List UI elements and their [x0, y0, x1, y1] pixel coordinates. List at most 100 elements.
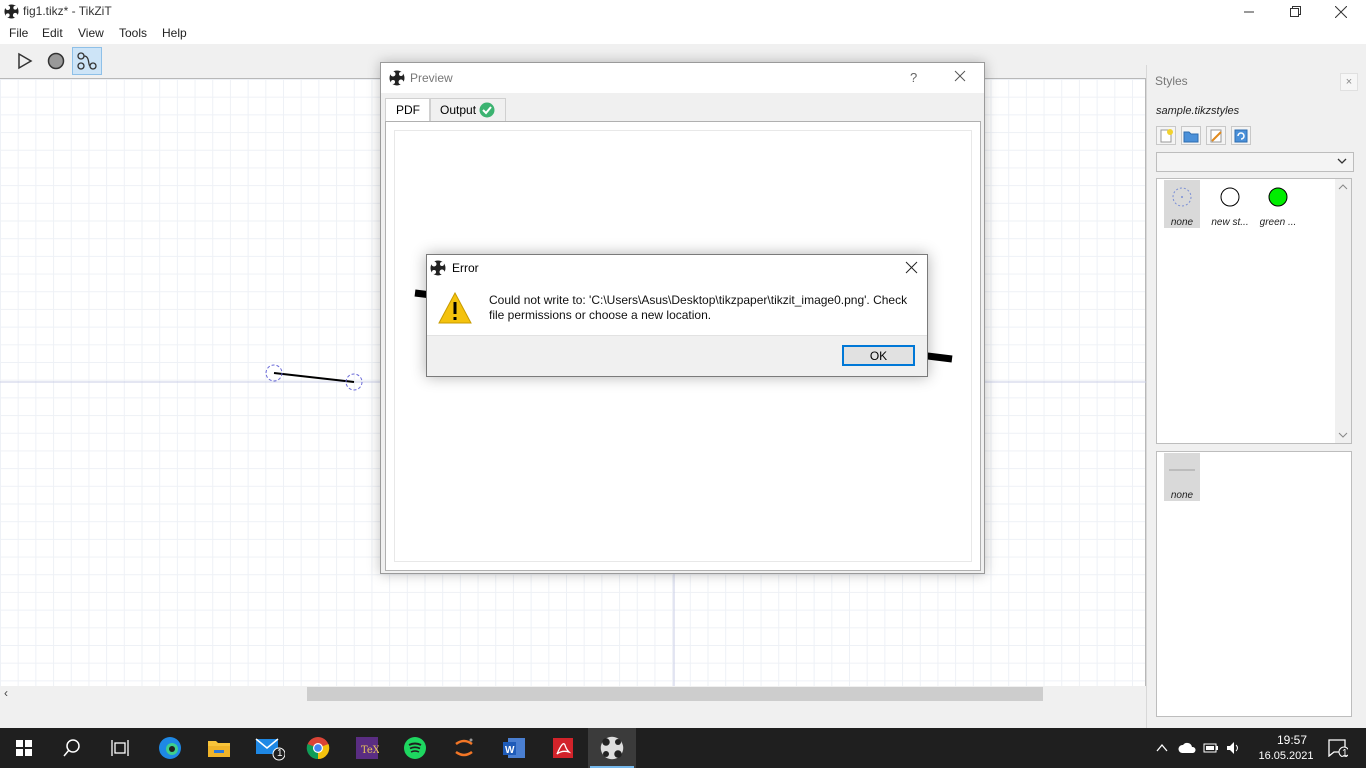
error-dialog-title: Error: [452, 261, 479, 275]
canvas-edge[interactable]: [273, 372, 355, 383]
window-titlebar: fig1.tikz* - TikZiT: [0, 0, 1366, 23]
node-list-scrollbar[interactable]: [1335, 179, 1351, 443]
tab-label: Output: [440, 103, 477, 117]
styles-file-name: sample.tikzstyles: [1156, 105, 1240, 117]
edge-icon: [77, 52, 97, 70]
taskbar-word[interactable]: W: [490, 728, 538, 768]
show-hidden-icons-button[interactable]: [1150, 728, 1174, 768]
scrollbar-thumb[interactable]: [307, 687, 1043, 701]
clock-time[interactable]: 19:57: [1266, 733, 1318, 747]
node-style-none[interactable]: none: [1164, 180, 1200, 228]
node-style-green[interactable]: green ...: [1260, 180, 1296, 228]
close-window-button[interactable]: [1318, 0, 1364, 23]
tikzit-app-icon: [600, 736, 624, 760]
speaker-icon: [1227, 742, 1238, 754]
dashed-node-icon: [1172, 187, 1192, 207]
close-icon[interactable]: [905, 261, 918, 274]
tex-app-icon: TeX: [356, 737, 379, 759]
new-style-icon: [1160, 128, 1173, 142]
refresh-icon: [1234, 129, 1248, 142]
taskbar-spotify[interactable]: [391, 728, 439, 768]
tab-pdf[interactable]: PDF: [385, 98, 431, 121]
pointer-icon: [18, 52, 33, 70]
clock-date[interactable]: 16.05.2021: [1254, 750, 1318, 762]
notification-count: 1: [1342, 748, 1348, 759]
node-style-label: green ...: [1259, 217, 1297, 228]
menu-tools[interactable]: Tools: [119, 26, 147, 40]
green-circle-node-icon: [1268, 187, 1288, 207]
warning-icon: [438, 292, 472, 324]
taskbar-tex[interactable]: TeX: [343, 728, 391, 768]
circle-node-icon: [47, 52, 65, 70]
styles-panel-title: Styles: [1155, 74, 1188, 88]
task-view-button[interactable]: [96, 728, 144, 768]
battery-tray[interactable]: [1199, 728, 1223, 768]
menu-view[interactable]: View: [78, 26, 104, 40]
select-tool-button[interactable]: [10, 47, 40, 75]
taskbar-jupyter[interactable]: [440, 728, 488, 768]
scroll-left-icon[interactable]: ‹: [4, 686, 8, 700]
edge-style-list: none: [1156, 451, 1352, 717]
menu-file[interactable]: File: [9, 26, 28, 40]
close-icon[interactable]: [953, 69, 967, 83]
error-message: Could not write to: 'C:\Users\Asus\Deskt…: [489, 293, 908, 322]
menu-bar: File Edit View Tools Help: [0, 23, 1366, 44]
onedrive-tray[interactable]: [1174, 728, 1200, 768]
tab-output[interactable]: Output: [429, 98, 507, 121]
node-style-new-style[interactable]: new st...: [1211, 180, 1249, 228]
style-category-select[interactable]: [1156, 152, 1354, 172]
restore-button[interactable]: [1272, 0, 1318, 23]
spotify-icon: [404, 737, 426, 759]
edge-style-none[interactable]: none: [1164, 453, 1200, 501]
menu-help[interactable]: Help: [162, 26, 187, 40]
windows-logo-icon: [16, 740, 32, 756]
svg-text:TeX: TeX: [361, 745, 379, 756]
menu-edit[interactable]: Edit: [42, 26, 63, 40]
task-view-icon: [111, 740, 129, 756]
minimize-button[interactable]: [1226, 0, 1272, 23]
jupyter-icon: [455, 738, 473, 757]
chrome-icon: [306, 737, 330, 760]
new-style-button[interactable]: [1156, 126, 1176, 145]
taskbar-tikzit[interactable]: [588, 728, 636, 768]
word-icon: W: [503, 738, 525, 758]
taskbar-acrobat[interactable]: [539, 728, 587, 768]
window-title: fig1.tikz* - TikZiT: [23, 4, 112, 18]
windows-start-button[interactable]: [0, 728, 48, 768]
horizontal-scrollbar[interactable]: ‹: [0, 686, 1146, 702]
edit-style-button[interactable]: [1206, 126, 1226, 145]
volume-tray[interactable]: [1222, 728, 1246, 768]
taskbar-search-button[interactable]: [48, 728, 96, 768]
refresh-style-button[interactable]: [1231, 126, 1251, 145]
close-icon[interactable]: ×: [1340, 73, 1358, 91]
styles-panel: Styles × sample.tikzstyles none new st..…: [1146, 65, 1366, 728]
mail-badge: 1: [277, 748, 283, 759]
action-center-button[interactable]: 1: [1318, 728, 1358, 768]
tikzit-app-icon: [389, 70, 405, 86]
node-style-list: none new st... green ...: [1156, 178, 1352, 444]
ok-button[interactable]: OK: [842, 345, 915, 366]
edge-browser-icon: [159, 737, 181, 759]
taskbar-file-explorer[interactable]: [195, 728, 243, 768]
error-dialog-footer: OK: [427, 335, 927, 376]
preview-titlebar: Preview ?: [381, 63, 984, 93]
close-icon: [1335, 5, 1347, 18]
taskbar-mail[interactable]: 1: [246, 728, 294, 768]
tab-label: PDF: [396, 103, 420, 117]
node-style-label: none: [1170, 217, 1194, 228]
help-button[interactable]: ?: [910, 70, 917, 85]
error-dialog: Error Could not write to: 'C:\Users\Asus…: [426, 254, 928, 377]
vertex-tool-button[interactable]: [41, 47, 71, 75]
minimize-icon: [1244, 11, 1254, 12]
svg-text:W: W: [505, 745, 515, 756]
edge-tool-button[interactable]: [72, 47, 102, 75]
taskbar-chrome[interactable]: [294, 728, 342, 768]
folder-icon: [208, 741, 230, 757]
checkmark-icon: [479, 102, 495, 118]
open-style-button[interactable]: [1181, 126, 1201, 145]
taskbar-edge[interactable]: [146, 728, 194, 768]
edge-style-label: none: [1170, 490, 1194, 501]
search-icon: [63, 739, 80, 757]
chevron-up-icon: [1156, 743, 1168, 752]
restore-icon: [1289, 6, 1301, 17]
